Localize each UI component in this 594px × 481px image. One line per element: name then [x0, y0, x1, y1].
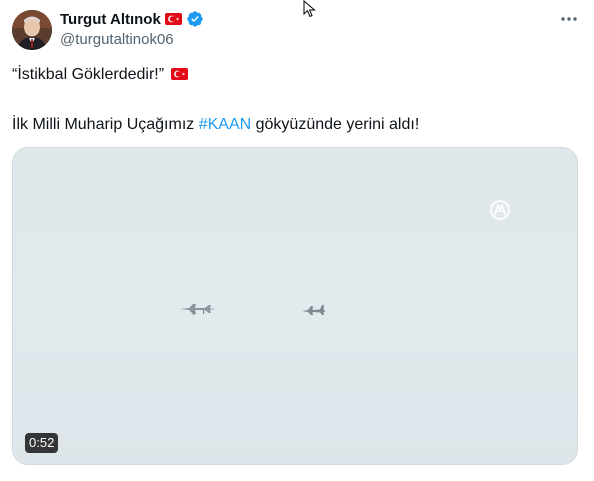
turkey-flag-icon — [170, 68, 188, 80]
mouse-cursor-icon — [303, 0, 316, 18]
aa-logo-icon — [490, 200, 510, 220]
name-row: Turgut Altınok — [60, 9, 204, 29]
video-duration-badge: 0:52 — [25, 433, 59, 453]
turkey-flag-icon — [164, 13, 182, 25]
more-options-icon — [561, 17, 577, 21]
tweet-text-line-1: “İstikbal Göklerdedir!” — [12, 65, 188, 85]
more-options-button[interactable] — [556, 8, 582, 30]
tweet-text-line-2: İlk Milli Muharip Uçağımız #KAAN gökyüzü… — [12, 115, 419, 135]
tweet-header: Turgut Altınok @turgutaltinok06 — [60, 9, 204, 49]
video-player[interactable]: 0:52 — [12, 147, 578, 465]
hashtag-link[interactable]: #KAAN — [199, 116, 251, 133]
video-thumbnail — [13, 148, 577, 464]
avatar[interactable] — [12, 10, 52, 50]
verified-badge-icon[interactable] — [186, 10, 204, 28]
jet-icon — [180, 304, 216, 315]
avatar-image — [12, 10, 52, 50]
tweet-text-suffix: gökyüzünde yerini aldı! — [251, 116, 420, 133]
tweet-text-prefix: İlk Milli Muharip Uçağımız — [12, 116, 199, 133]
jet-icon — [302, 305, 326, 315]
tweet-quote: “İstikbal Göklerdedir!” — [12, 66, 165, 83]
author-handle[interactable]: @turgutaltinok06 — [60, 31, 204, 48]
tweet-card: Turgut Altınok @turgutaltinok06 “İstikba… — [0, 0, 594, 481]
author-display-name[interactable]: Turgut Altınok — [60, 11, 161, 28]
